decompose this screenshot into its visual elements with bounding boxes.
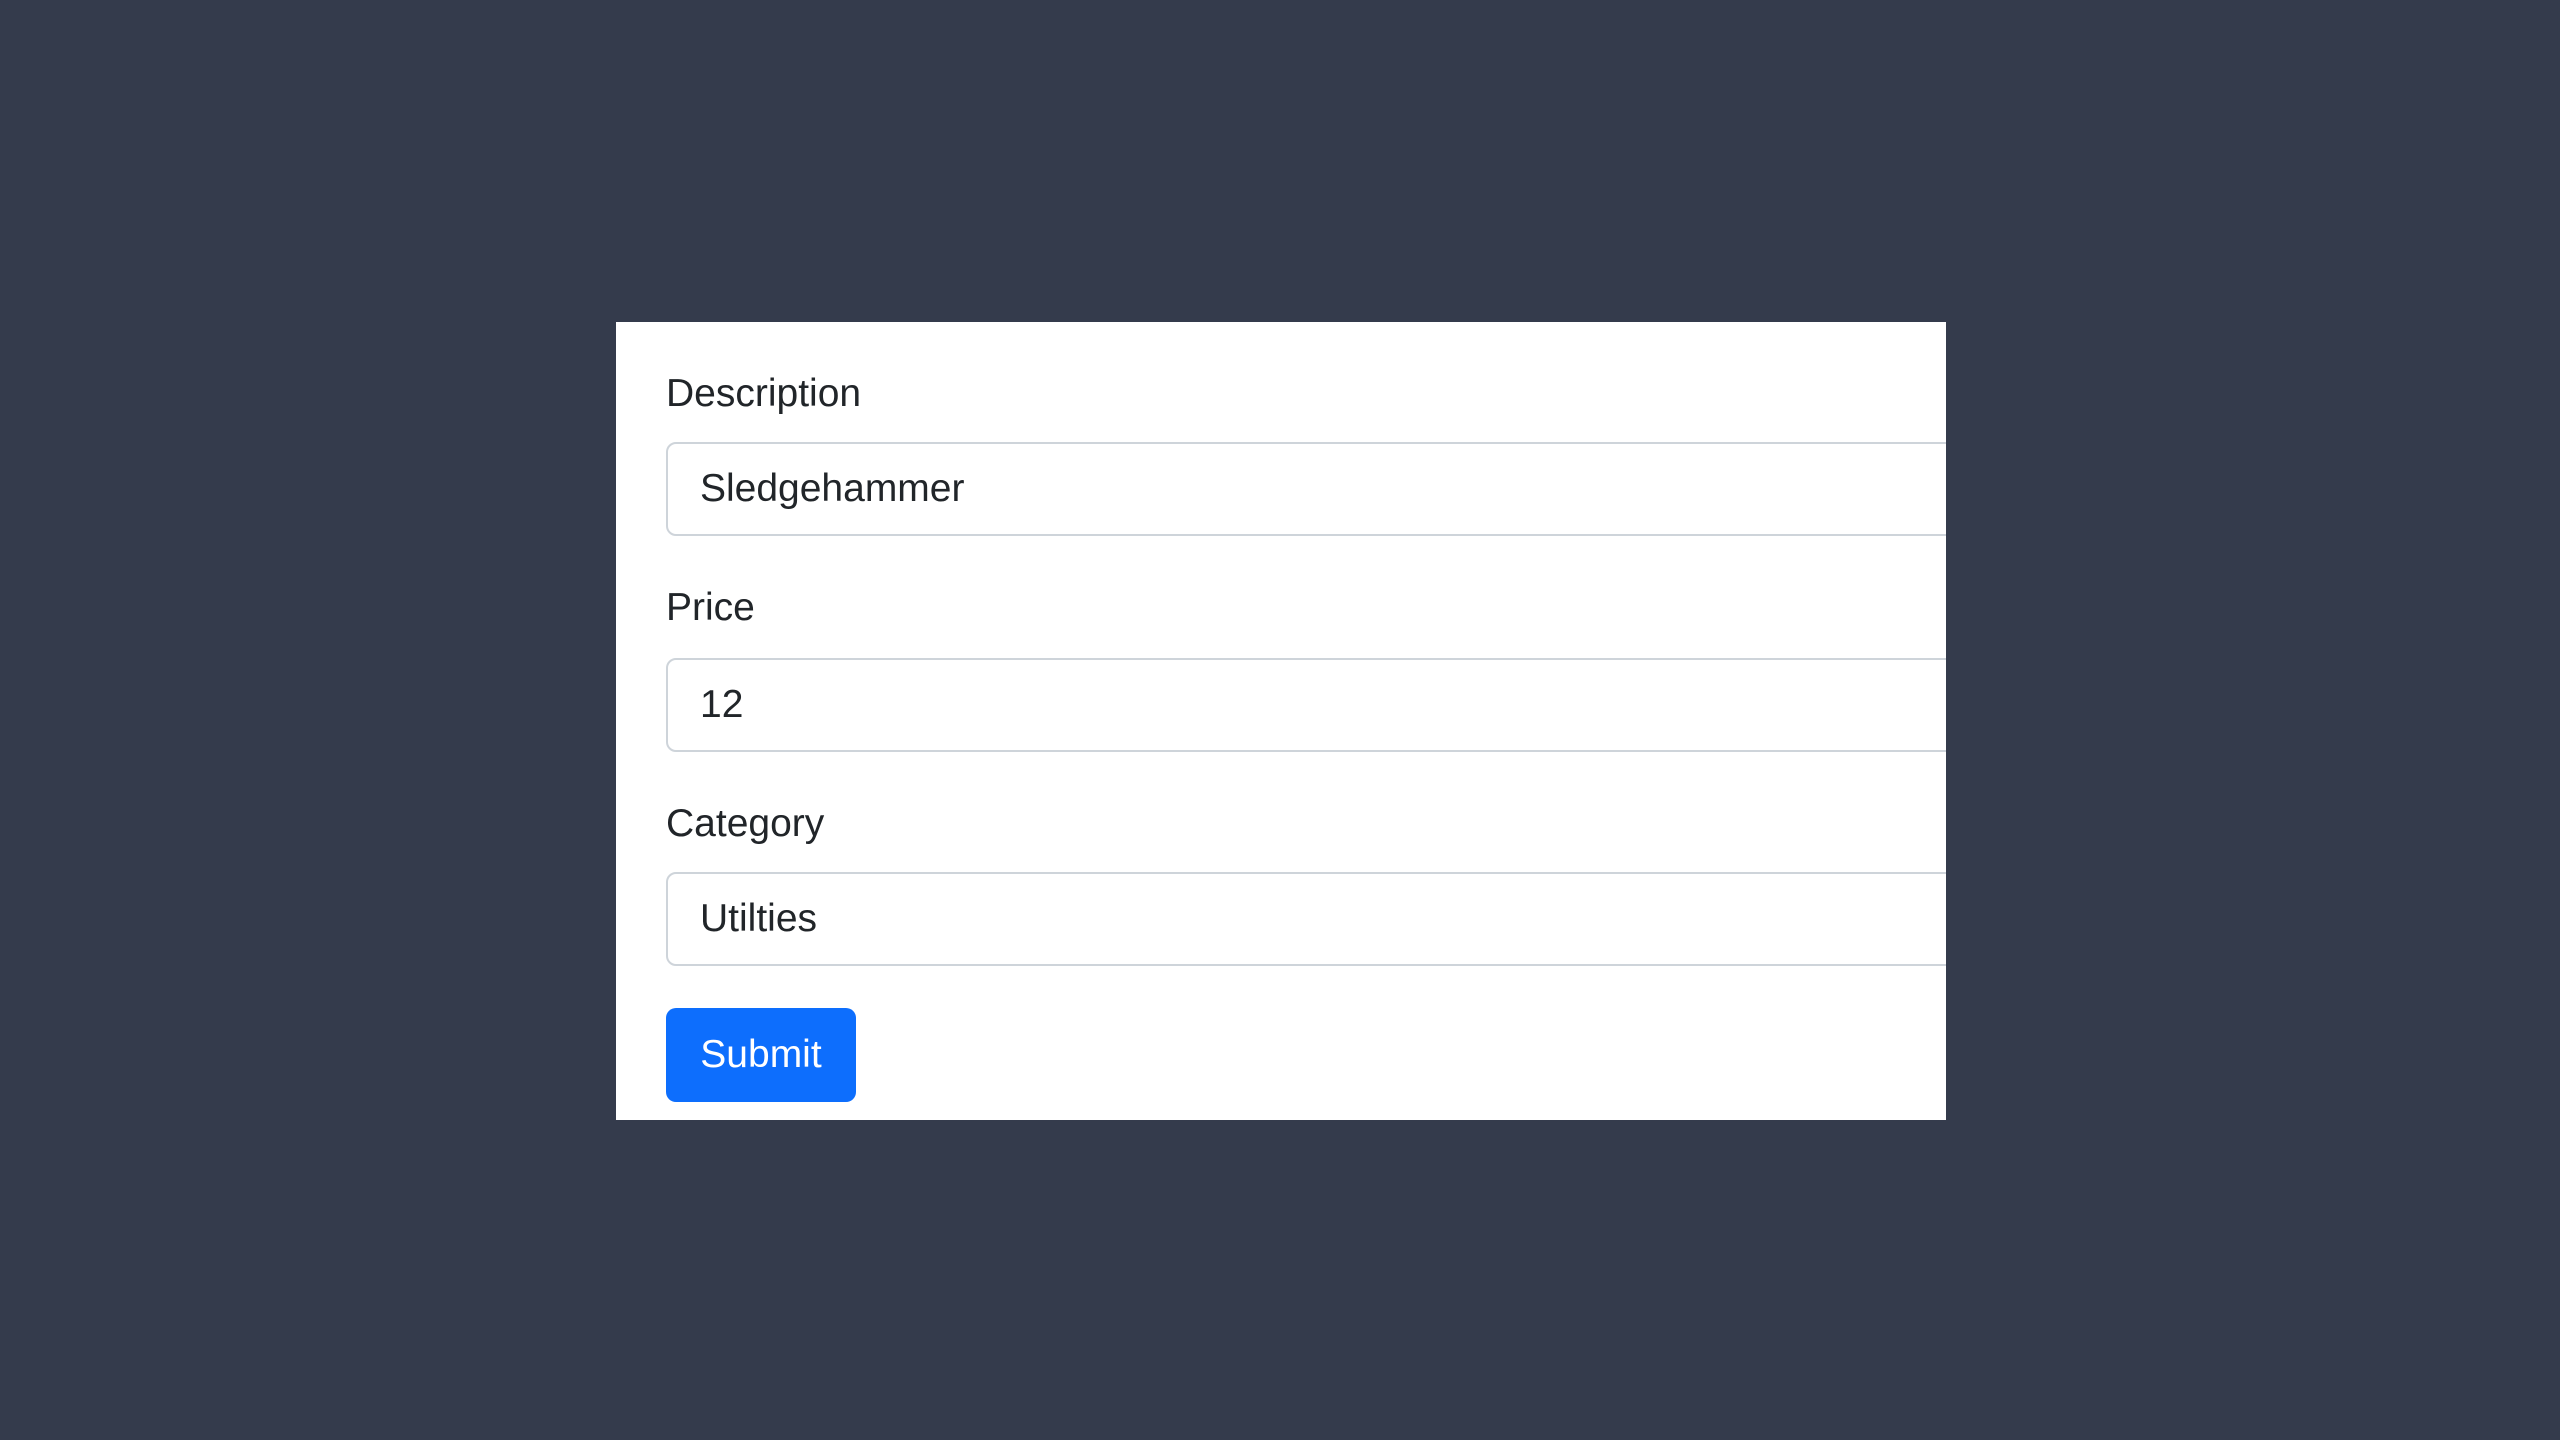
price-label: Price — [666, 586, 755, 629]
category-input[interactable] — [666, 872, 1946, 966]
description-input[interactable] — [666, 442, 1946, 536]
submit-button[interactable]: Submit — [666, 1008, 856, 1102]
product-form: Description Price Category Submit — [616, 322, 1946, 1120]
description-label: Description — [666, 372, 862, 415]
category-label: Category — [666, 802, 825, 845]
price-input[interactable] — [666, 658, 1946, 752]
